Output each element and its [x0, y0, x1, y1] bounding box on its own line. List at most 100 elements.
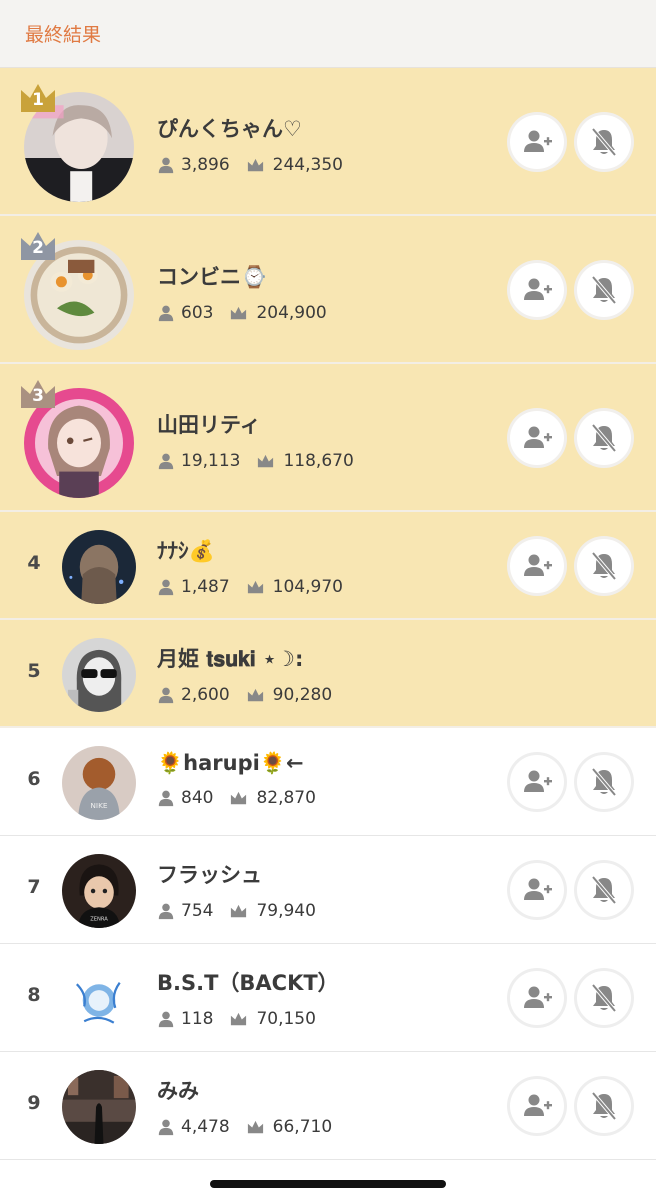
notification-button[interactable] — [577, 263, 631, 317]
notification-button[interactable] — [577, 863, 631, 917]
add-user-icon — [524, 986, 552, 1008]
notification-button[interactable] — [577, 539, 631, 593]
follow-button[interactable] — [510, 115, 564, 169]
crown-badge: 3 — [18, 374, 58, 414]
notification-button[interactable] — [577, 1079, 631, 1133]
avatar-wrapper — [62, 638, 136, 712]
rank-number: 9 — [27, 1092, 41, 1114]
ranking-list: 1 ぴんくちゃん♡ 3,896 244,350 2 コンビニ⌚ 603 204,… — [0, 68, 656, 1160]
user-stats: 603 204,900 — [157, 303, 343, 323]
avatar[interactable] — [62, 1070, 136, 1144]
followers-count: 754 — [181, 901, 214, 921]
score-value: 79,940 — [256, 901, 316, 921]
avatar[interactable]: NIKE — [62, 746, 136, 820]
rank-number: 8 — [27, 984, 41, 1006]
avatar-wrapper: 2 — [21, 232, 134, 350]
avatar[interactable] — [62, 638, 136, 712]
notification-button[interactable] — [577, 755, 631, 809]
ranking-row-9[interactable]: 9 みみ 4,478 66,710 — [0, 1052, 656, 1160]
followers-count: 118 — [181, 1009, 214, 1029]
user-stats: 3,896 244,350 — [157, 155, 359, 175]
followers-count: 19,113 — [181, 451, 241, 471]
notification-button[interactable] — [577, 115, 631, 169]
follow-button[interactable] — [510, 539, 564, 593]
user-info: ぴんくちゃん♡ 3,896 244,350 — [157, 113, 359, 175]
crown-icon — [231, 791, 247, 804]
rank-number: 2 — [32, 238, 44, 258]
avatar-wrapper — [62, 530, 136, 604]
ranking-row-7[interactable]: 7 ZENRA フラッシュ 754 79,940 — [0, 836, 656, 944]
followers-stat: 4,478 — [157, 1117, 230, 1137]
user-info: ﾅﾅｼ💰 1,487 104,970 — [157, 535, 359, 597]
ranking-row-4[interactable]: 4 ﾅﾅｼ💰 1,487 104,970 — [0, 512, 656, 620]
avatar[interactable] — [62, 530, 136, 604]
bell-off-icon — [591, 127, 617, 157]
followers-stat: 118 — [157, 1009, 213, 1029]
rank-number: 4 — [27, 552, 41, 574]
bell-off-icon — [591, 1091, 617, 1121]
ranking-row-5[interactable]: 5 月姫 𝐭𝐬𝐮𝐤𝐢 ⋆☽︎: 2,600 90,280 — [0, 620, 656, 728]
followers-stat: 754 — [157, 901, 213, 921]
user-info: 月姫 𝐭𝐬𝐮𝐤𝐢 ⋆☽︎: 2,600 90,280 — [157, 643, 348, 705]
follow-button[interactable] — [510, 263, 564, 317]
avatar-wrapper: 3 — [21, 380, 134, 498]
crown-icon — [247, 1120, 263, 1133]
user-stats: 840 82,870 — [157, 788, 332, 808]
user-stats: 2,600 90,280 — [157, 685, 348, 705]
score-value: 70,150 — [256, 1009, 316, 1029]
crown-icon — [247, 580, 263, 593]
follow-button[interactable] — [510, 411, 564, 465]
ranking-row-1[interactable]: 1 ぴんくちゃん♡ 3,896 244,350 — [0, 68, 656, 216]
score-value: 66,710 — [272, 1117, 333, 1137]
ranking-row-2[interactable]: 2 コンビニ⌚ 603 204,900 — [0, 216, 656, 364]
follow-button[interactable] — [510, 755, 564, 809]
avatar[interactable]: ZENRA — [62, 854, 136, 928]
followers-count: 1,487 — [181, 577, 230, 597]
bell-off-icon — [591, 767, 617, 797]
score-stat: 204,900 — [229, 303, 327, 323]
notification-button[interactable] — [577, 971, 631, 1025]
user-name: 山田リティ — [157, 413, 261, 437]
ranking-row-6[interactable]: 6 NIKE 🌻harupi🌻← 840 82,870 — [0, 728, 656, 836]
add-user-icon — [524, 554, 552, 576]
avatar-wrapper — [62, 962, 136, 1036]
crown-badge: 2 — [18, 226, 58, 266]
score-stat: 79,940 — [229, 901, 316, 921]
person-icon — [158, 305, 174, 322]
person-icon — [158, 903, 174, 920]
followers-stat: 603 — [157, 303, 213, 323]
user-info: フラッシュ 754 79,940 — [157, 859, 332, 921]
follow-button[interactable] — [510, 1079, 564, 1133]
followers-count: 3,896 — [181, 155, 230, 175]
user-name: 月姫 𝐭𝐬𝐮𝐤𝐢 ⋆☽︎: — [157, 647, 304, 671]
add-user-icon — [524, 770, 552, 792]
bell-off-icon — [591, 983, 617, 1013]
crown-badge: 1 — [18, 78, 58, 118]
follow-button[interactable] — [510, 971, 564, 1025]
ranking-row-3[interactable]: 3 山田リティ 19,113 118,670 — [0, 364, 656, 512]
score-stat: 90,280 — [246, 685, 332, 705]
notification-button[interactable] — [577, 411, 631, 465]
rank-number: 1 — [32, 90, 44, 110]
followers-stat: 19,113 — [157, 451, 240, 471]
rank-number: 6 — [27, 768, 41, 790]
score-stat: 118,670 — [256, 451, 354, 471]
person-icon — [158, 453, 174, 470]
score-value: 90,280 — [272, 685, 333, 705]
person-icon — [158, 1011, 174, 1028]
follow-button[interactable] — [510, 863, 564, 917]
followers-count: 840 — [181, 788, 214, 808]
user-stats: 118 70,150 — [157, 1009, 339, 1029]
avatar[interactable] — [62, 962, 136, 1036]
score-stat: 244,350 — [246, 155, 343, 175]
user-name: フラッシュ — [157, 863, 262, 887]
ranking-row-8[interactable]: 8 B.S.T（BACKT） 118 70,150 — [0, 944, 656, 1052]
user-name: みみ — [157, 1079, 199, 1103]
user-name: ﾅﾅｼ💰 — [157, 539, 215, 563]
add-user-icon — [524, 278, 552, 300]
user-stats: 1,487 104,970 — [157, 577, 359, 597]
user-stats: 19,113 118,670 — [157, 451, 370, 471]
home-indicator[interactable] — [210, 1180, 446, 1188]
score-value: 82,870 — [256, 788, 316, 808]
user-name: B.S.T（BACKT） — [157, 971, 339, 995]
